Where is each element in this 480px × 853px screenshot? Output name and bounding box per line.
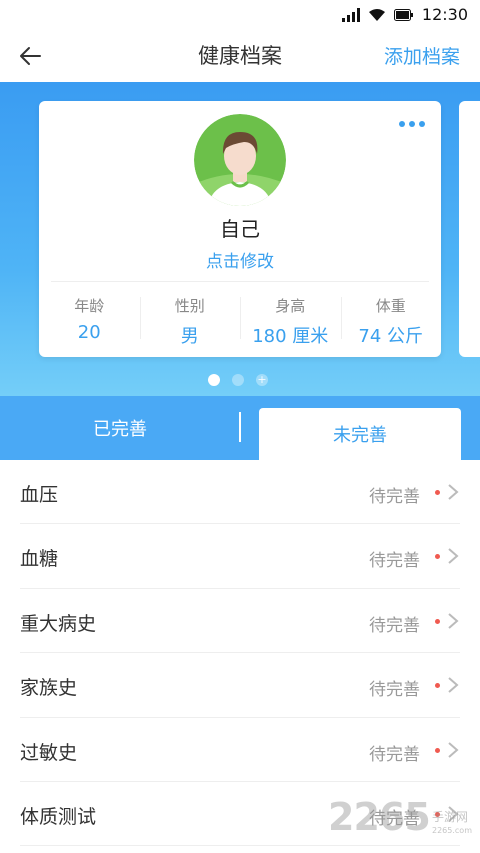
status-dot [435, 490, 440, 495]
list-item-allergy[interactable]: 过敏史 待完善 [20, 718, 460, 782]
stat-value: 男 [180, 326, 199, 347]
record-list: 血压 待完善 血糖 待完善 重大病史 待完善 家族史 待完善 过敏史 待完善 体… [0, 460, 480, 847]
list-item-label: 重大病史 [20, 612, 97, 635]
list-item-label: 家族史 [20, 677, 78, 700]
stat-gender: 性别 男 [139, 289, 241, 347]
stat-value: 74 公斤 [358, 326, 424, 347]
battery-icon [393, 8, 413, 21]
list-item-major-illness[interactable]: 重大病史 待完善 [20, 589, 460, 654]
list-item-label: 血糖 [20, 548, 59, 571]
page-dot[interactable] [232, 374, 244, 386]
add-page-icon[interactable]: + [256, 374, 268, 386]
profile-name: 自己 [220, 217, 260, 241]
stat-value: 20 [77, 322, 101, 343]
stat-label: 性别 [174, 297, 205, 315]
stat-label: 年龄 [74, 297, 105, 315]
signal-icon [341, 7, 360, 22]
completion-tabs: 已完善 未完善 [0, 396, 480, 460]
chevron-right-icon [448, 484, 459, 500]
card-divider [51, 281, 429, 282]
chevron-right-icon [448, 741, 459, 758]
watermark-subtitle: 手游网 [432, 810, 469, 824]
list-item-status: 待完善 [369, 744, 420, 765]
page-indicator: + [208, 374, 268, 386]
status-icons: 12:30 [341, 5, 468, 24]
list-item-label: 过敏史 [20, 741, 78, 764]
list-item-label: 血压 [20, 484, 59, 506]
list-item-label: 体质测试 [20, 805, 97, 828]
next-profile-card[interactable] [459, 101, 480, 357]
status-bar: 12:30 [0, 0, 480, 30]
app-header: 健康档案 添加档案 [0, 30, 480, 82]
list-item-status: 待完善 [369, 680, 420, 701]
page-dot-active[interactable] [208, 374, 220, 386]
watermark-logo: 2265 [328, 795, 431, 839]
status-dot [435, 554, 440, 560]
tab-separator [239, 412, 241, 442]
tab-completed[interactable]: 已完善 [0, 396, 240, 460]
list-item-blood-pressure[interactable]: 血压 待完善 [20, 460, 460, 525]
status-dot [435, 747, 440, 753]
profile-card[interactable]: 自己 点击修改 年龄 20 性别 男 身高 180 厘米 体重 74 公斤 [39, 101, 441, 357]
edit-profile-link[interactable]: 点击修改 [39, 247, 441, 272]
list-item-blood-sugar[interactable]: 血糖 待完善 [20, 524, 460, 589]
tab-incomplete[interactable]: 未完善 [259, 408, 461, 460]
list-item-family-history[interactable]: 家族史 待完善 [20, 653, 460, 718]
stat-weight: 体重 74 公斤 [340, 289, 442, 347]
chevron-right-icon [448, 677, 459, 693]
status-dot [435, 683, 440, 689]
avatar[interactable] [194, 114, 286, 206]
list-item-status: 待完善 [369, 487, 420, 507]
status-time: 12:30 [421, 5, 468, 24]
stat-label: 体重 [375, 297, 406, 315]
more-icon[interactable] [399, 121, 425, 127]
add-record-button[interactable]: 添加档案 [384, 42, 460, 69]
wifi-icon [368, 8, 385, 21]
user-avatar-icon [194, 114, 286, 206]
list-item-status: 待完善 [369, 615, 420, 636]
status-dot [435, 618, 440, 624]
stat-age: 年龄 20 [39, 289, 140, 347]
chevron-right-icon [448, 613, 459, 629]
profile-stats: 年龄 20 性别 男 身高 180 厘米 体重 74 公斤 [39, 289, 441, 347]
stat-height: 身高 180 厘米 [240, 289, 341, 347]
chevron-right-icon [448, 548, 459, 565]
stat-label: 身高 [275, 297, 306, 315]
watermark-url: 2265.com [432, 826, 472, 835]
stat-value: 180 厘米 [252, 326, 329, 347]
list-item-status: 待完善 [369, 551, 420, 572]
